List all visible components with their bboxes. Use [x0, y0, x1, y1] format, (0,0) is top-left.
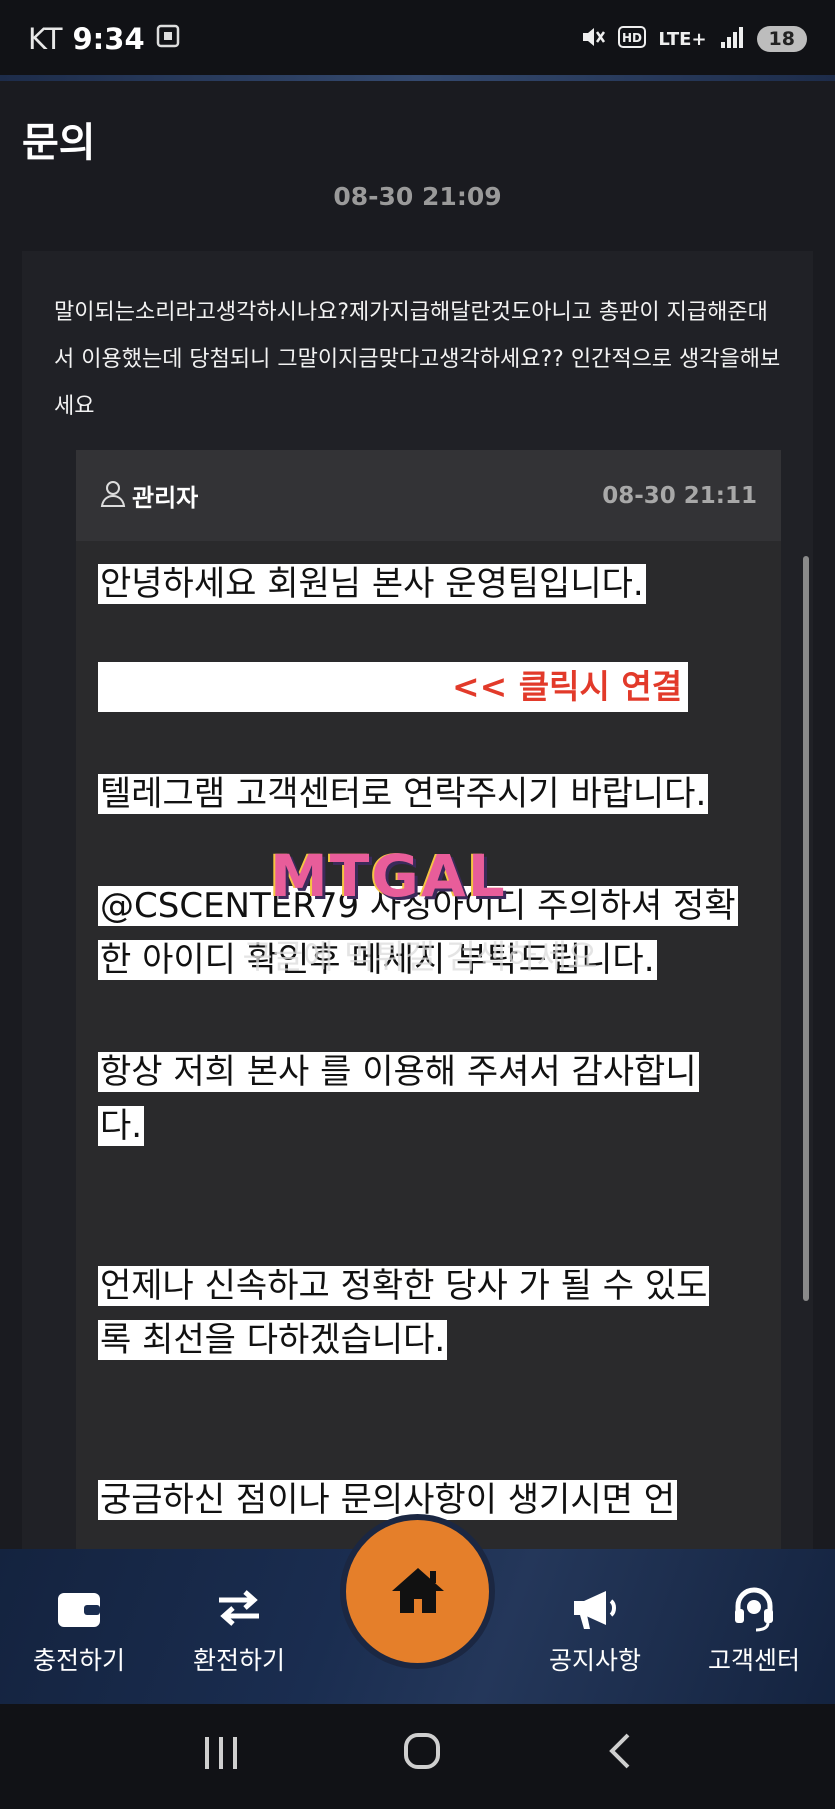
- battery-indicator: 18: [756, 26, 807, 52]
- network-type: LTE+: [658, 28, 707, 50]
- watermark-caption: 구글에 먹튀갤 검색하세요: [242, 937, 598, 976]
- click-to-connect-link[interactable]: << 클릭시 연결: [450, 662, 689, 712]
- nav-charge-label: 충전하기: [32, 1646, 125, 1675]
- watermark-logo: MTGAL: [270, 842, 507, 910]
- reply-author: 관리자: [100, 478, 198, 513]
- nav-support[interactable]: 고객센터: [679, 1579, 829, 1677]
- screenshot-icon: [155, 22, 181, 56]
- nav-support-label: 고객센터: [707, 1646, 800, 1675]
- recent-apps-button[interactable]: [201, 1731, 241, 1782]
- system-navigation-bar: [0, 1704, 835, 1809]
- megaphone-icon: [520, 1579, 670, 1641]
- reply-best-line: 언제나 신속하고 정확한 당사 가 될 수 있도록 최선을 다하겠습니다.: [98, 1266, 710, 1360]
- signal-icon: [719, 24, 745, 54]
- exchange-arrows-icon: [164, 1579, 314, 1641]
- reply-greeting: 안녕하세요 회원님 본사 운영팀입니다.: [98, 564, 646, 604]
- inquiry-text: 말이되는소리라고생각하시나요?제가지급해달란것도아니고 총판이 지급해준대서 이…: [54, 300, 781, 419]
- telegram-link-row[interactable]: << 클릭시 연결: [98, 662, 738, 712]
- system-home-button[interactable]: [402, 1731, 442, 1782]
- page-title: 문의: [22, 120, 96, 166]
- user-icon: [100, 479, 126, 513]
- nav-notice[interactable]: 공지사항: [520, 1579, 670, 1677]
- mute-icon: [580, 24, 606, 54]
- reply-thanks-line: 항상 저희 본사 를 이용해 주셔서 감사합니다.: [98, 1052, 699, 1146]
- author-name: 관리자: [132, 484, 199, 512]
- status-bar: KT 9:34 HD LTE+ 18: [0, 0, 835, 78]
- header-accent-line: [0, 75, 835, 81]
- wallet-icon: [4, 1579, 154, 1641]
- nav-notice-label: 공지사항: [548, 1646, 641, 1675]
- nav-exchange-label: 환전하기: [192, 1646, 285, 1675]
- home-icon: [390, 1565, 446, 1619]
- reply-body: 안녕하세요 회원님 본사 운영팀입니다. << 클릭시 연결 텔레그램 고객센터…: [98, 560, 738, 1588]
- admin-reply: 관리자 08-30 21:11 안녕하세요 회원님 본사 운영팀입니다. << …: [76, 450, 781, 1560]
- reply-header: 관리자 08-30 21:11: [76, 450, 781, 541]
- svg-text:HD: HD: [622, 31, 642, 45]
- link-blank-area[interactable]: [98, 662, 450, 712]
- home-button[interactable]: [340, 1514, 495, 1669]
- reply-cut-line: 궁금하신 점이나 문의사항이 생기시면 언: [98, 1480, 677, 1520]
- reply-timestamp: 08-30 21:11: [602, 482, 757, 509]
- headset-icon: [679, 1579, 829, 1641]
- clock: 9:34: [72, 22, 145, 56]
- reply-telegram-line: 텔레그램 고객센터로 연락주시기 바랍니다.: [98, 774, 709, 814]
- hd-icon: HD: [618, 26, 647, 52]
- back-button[interactable]: [604, 1731, 634, 1782]
- scrollbar[interactable]: [803, 556, 809, 1301]
- nav-charge[interactable]: 충전하기: [4, 1579, 154, 1677]
- post-timestamp: 08-30 21:09: [333, 182, 502, 211]
- carrier-label: KT: [28, 22, 63, 56]
- nav-exchange[interactable]: 환전하기: [164, 1579, 314, 1677]
